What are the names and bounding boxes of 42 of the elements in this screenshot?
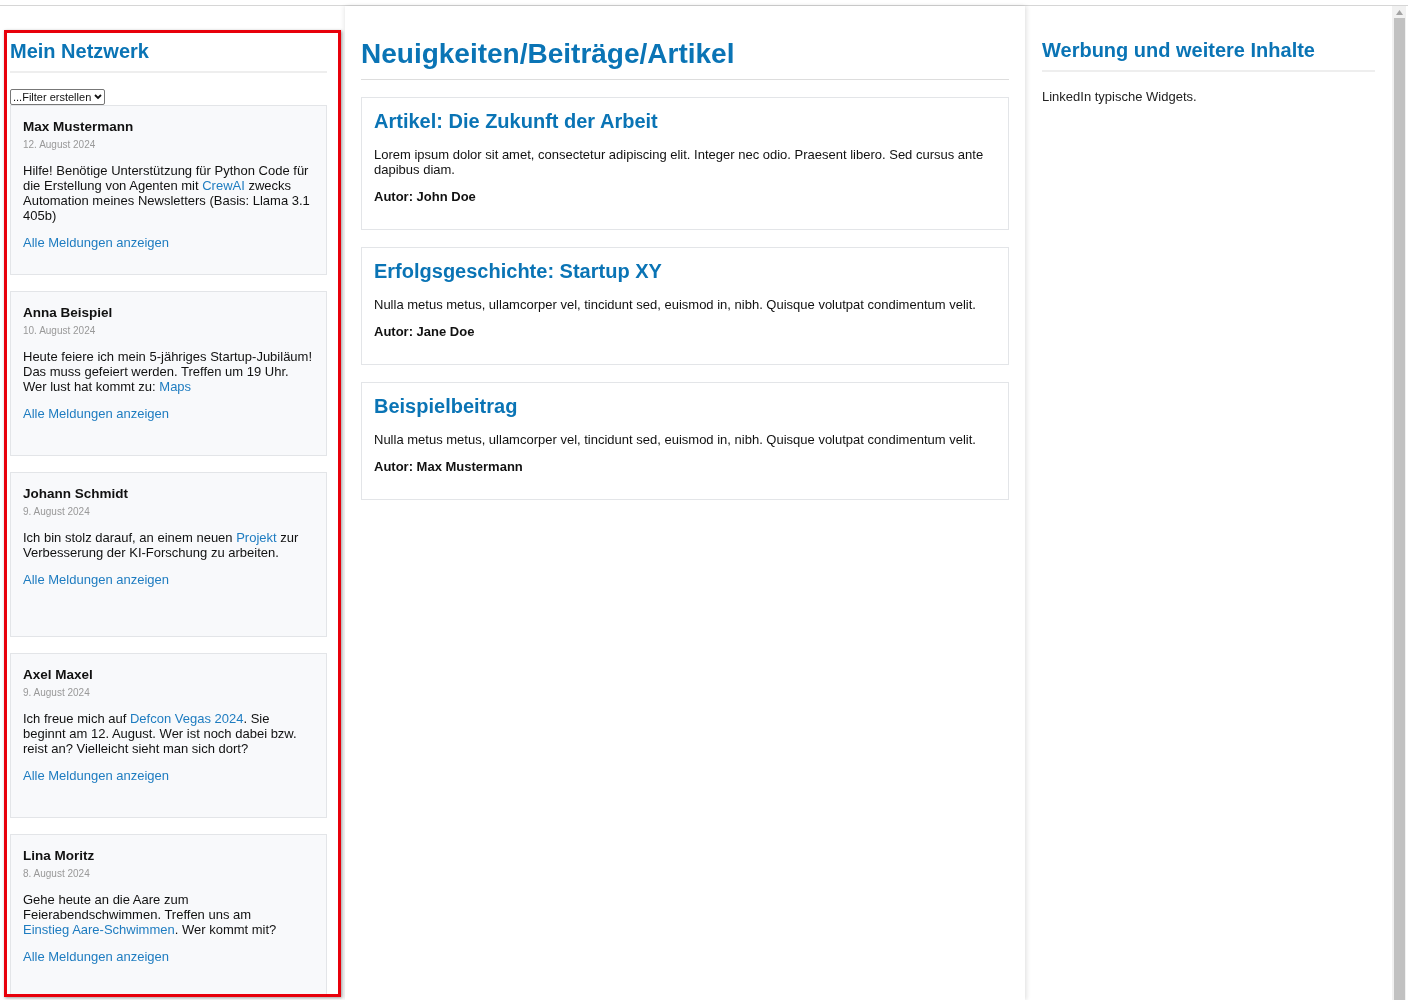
all-messages-link[interactable]: Alle Meldungen anzeigen xyxy=(23,949,169,964)
post-date: 12. August 2024 xyxy=(23,139,97,150)
all-messages-link[interactable]: Alle Meldungen anzeigen xyxy=(23,406,169,421)
author-name: Max Mustermann xyxy=(23,119,135,134)
author-name: Lina Moritz xyxy=(23,848,96,863)
scrollbar-thumb[interactable] xyxy=(1393,18,1405,1000)
article-author: Autor: Max Mustermann xyxy=(374,459,524,474)
post-date: 9. August 2024 xyxy=(23,506,91,517)
section-heading: Neuigkeiten/Beiträge/Artikel xyxy=(361,38,1009,80)
section-heading: Mein Netzwerk xyxy=(10,40,327,73)
post-date: 8. August 2024 xyxy=(23,868,91,879)
scroll-up-icon[interactable] xyxy=(1395,10,1403,15)
post-text: Ich freue mich auf Defcon Vegas 2024. Sie beginnt am 12. August. Wer ist noch dabei bzw. reist an? Vielleicht sieht man sich dort? xyxy=(23,711,298,756)
article-text: Lorem ipsum dolor sit amet, consectetur adipiscing elit. Integer nec odio. Praesent libero. Sed cursus ante dapibus diam. xyxy=(374,147,985,177)
chevron-down-icon xyxy=(94,94,103,100)
article-text: Nulla metus metus, ullamcorper vel, tincidunt sed, euismod in, nibh. Quisque volutpat condimentum velit. xyxy=(374,297,977,312)
author-name: Anna Beispiel xyxy=(23,305,114,320)
inline-link[interactable]: Projekt xyxy=(236,530,277,545)
widget-text: LinkedIn typische Widgets. xyxy=(1042,89,1198,104)
article-title[interactable]: Beispielbeitrag xyxy=(374,395,996,418)
inline-link[interactable]: Einstieg Aare-Schwimmen xyxy=(23,922,175,937)
inline-link[interactable]: CrewAI xyxy=(202,178,245,193)
inline-link[interactable]: Maps xyxy=(159,379,192,394)
section-heading: Werbung und weitere Inhalte xyxy=(1042,39,1375,72)
article-author: Autor: John Doe xyxy=(374,189,477,204)
post-text: Hilfe! Benötige Unterstützung für Python Code für die Erstellung von Agenten mit CrewAI zwecks Automation meines Newsletters (Basis: Llama 3.1 405b) xyxy=(23,163,311,223)
article-title[interactable]: Artikel: Die Zukunft der Arbeit xyxy=(374,110,996,133)
scrollbar[interactable] xyxy=(1392,6,1406,1000)
post-text: Ich bin stolz darauf, an einem neuen Projekt zur Verbesserung der KI-Forschung zu arbeiten. xyxy=(23,530,300,560)
filter-dropdown[interactable]: ...Filter erstellen xyxy=(10,89,106,105)
article-author: Autor: Jane Doe xyxy=(374,324,476,339)
all-messages-link[interactable]: Alle Meldungen anzeigen xyxy=(23,768,169,783)
post-text: Gehe heute an die Aare zum Feierabendschwimmen. Treffen uns am Einstieg Aare-Schwimmen. Wer kommt mit? xyxy=(23,892,278,937)
post-date: 9. August 2024 xyxy=(23,687,91,698)
author-name: Axel Maxel xyxy=(23,667,94,682)
article-title[interactable]: Erfolgsgeschichte: Startup XY xyxy=(374,260,996,283)
article-text: Nulla metus metus, ullamcorper vel, tincidunt sed, euismod in, nibh. Quisque volutpat condimentum velit. xyxy=(374,432,977,447)
post-text: Heute feiere ich mein 5-jähriges Startup-Jubiläum! Das muss gefeiert werden. Treffen um 19 Uhr. Wer lust hat kommt zu: Maps xyxy=(23,349,314,394)
all-messages-link[interactable]: Alle Meldungen anzeigen xyxy=(23,235,169,250)
post-date: 10. August 2024 xyxy=(23,325,97,336)
all-messages-link[interactable]: Alle Meldungen anzeigen xyxy=(23,572,169,587)
author-name: Johann Schmidt xyxy=(23,486,129,501)
